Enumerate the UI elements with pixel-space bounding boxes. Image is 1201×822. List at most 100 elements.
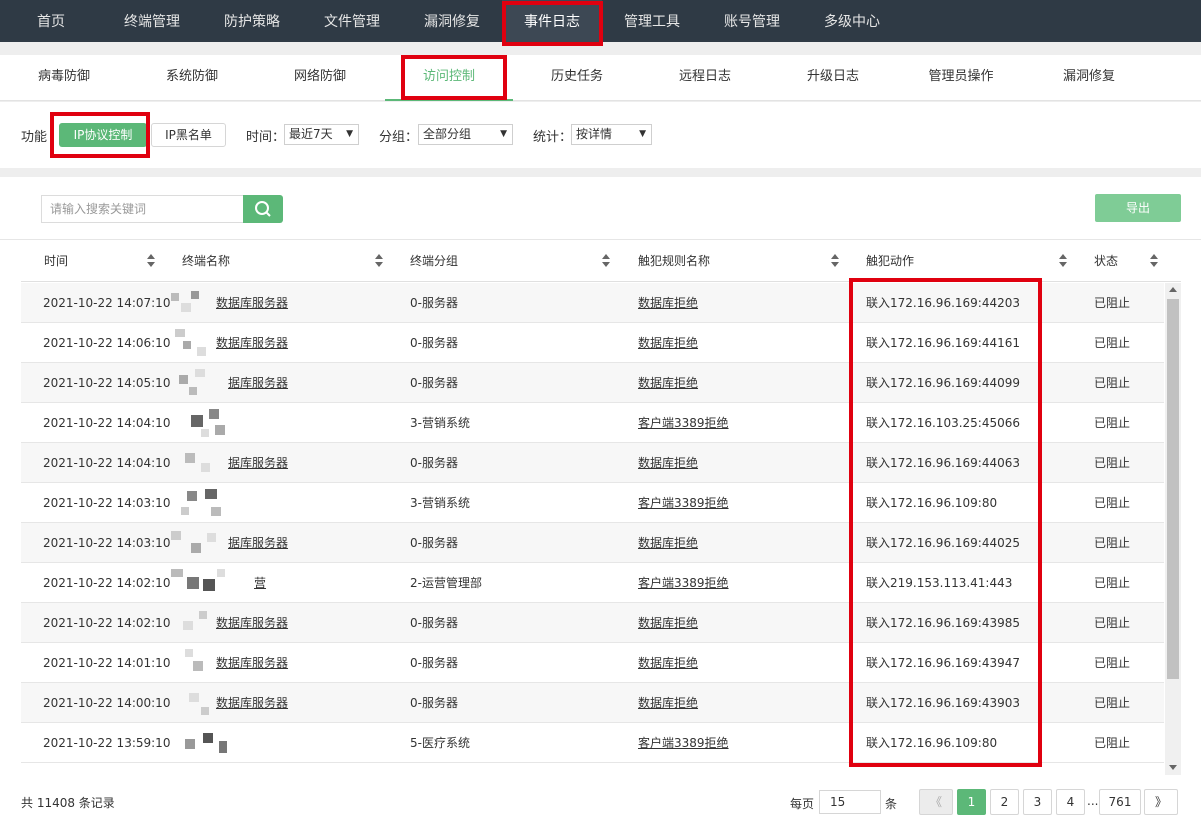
cell-terminal-name[interactable]: 数据库服务器 <box>216 283 288 323</box>
col-terminal-group[interactable]: 终端分组 <box>410 242 458 282</box>
cell-terminal-name[interactable]: 数据库服务器 <box>216 603 288 643</box>
cell-rule-name[interactable]: 数据库拒绝 <box>638 683 698 723</box>
nav-home[interactable]: 首页 <box>0 0 102 42</box>
cell-rule-name[interactable]: 数据库拒绝 <box>638 323 698 363</box>
col-terminal-name[interactable]: 终端名称 <box>182 242 230 282</box>
cell-rule-name[interactable]: 客户端3389拒绝 <box>638 723 729 763</box>
cell-terminal-group: 0-服务器 <box>410 336 458 350</box>
cell-terminal-group: 0-服务器 <box>410 376 458 390</box>
tab-virus-defense[interactable]: 病毒防御 <box>0 55 128 101</box>
page-button-3[interactable]: 3 <box>1023 789 1052 815</box>
redacted-mosaic <box>171 729 235 759</box>
search-button[interactable] <box>243 195 283 223</box>
tab-remote-log[interactable]: 远程日志 <box>641 55 769 101</box>
divider <box>0 239 1201 240</box>
tab-upgrade-log[interactable]: 升级日志 <box>769 55 897 101</box>
col-rule-name[interactable]: 触犯规则名称 <box>638 242 710 282</box>
cell-terminal-name[interactable]: 数据库服务器 <box>216 643 288 683</box>
group-select-value: 全部分组 <box>423 127 472 141</box>
cell-rule-name[interactable]: 客户端3389拒绝 <box>638 563 729 603</box>
group-select[interactable]: 全部分组 ▼ <box>418 124 513 145</box>
cell-rule-name[interactable]: 数据库拒绝 <box>638 603 698 643</box>
redacted-mosaic <box>171 489 235 519</box>
page-button-4[interactable]: 4 <box>1056 789 1085 815</box>
sort-icon[interactable] <box>375 254 383 268</box>
cell-terminal-name[interactable]: 据库服务器 <box>228 443 288 483</box>
nav-protection-policy[interactable]: 防护策略 <box>202 0 302 42</box>
cell-terminal-group: 3-营销系统 <box>410 496 470 510</box>
last-page-button[interactable]: 761 <box>1099 789 1141 815</box>
stats-select[interactable]: 按详情 ▼ <box>571 124 652 145</box>
nav-file-management[interactable]: 文件管理 <box>302 0 402 42</box>
pagination-ellipsis: ... <box>1087 794 1099 808</box>
scroll-up-icon[interactable] <box>1169 287 1177 292</box>
stats-label: 统计： <box>533 130 573 145</box>
cell-terminal-group: 0-服务器 <box>410 456 458 470</box>
highlight-box-access-control <box>401 55 507 100</box>
cell-rule-name[interactable]: 客户端3389拒绝 <box>638 403 729 443</box>
redacted-mosaic <box>171 449 235 479</box>
tab-history-tasks[interactable]: 历史任务 <box>513 55 641 101</box>
tab-admin-operations[interactable]: 管理员操作 <box>897 55 1025 101</box>
ip-blacklist-button[interactable]: IP黑名单 <box>151 123 226 147</box>
sub-tabs: 病毒防御 系统防御 网络防御 访问控制 历史任务 远程日志 升级日志 管理员操作… <box>0 55 1201 101</box>
tab-network-defense[interactable]: 网络防御 <box>256 55 384 101</box>
cell-rule-name[interactable]: 数据库拒绝 <box>638 363 698 403</box>
highlight-box-event-log <box>502 1 603 46</box>
cell-status: 已阻止 <box>1094 656 1131 670</box>
nav-multilevel-center[interactable]: 多级中心 <box>802 0 902 42</box>
cell-rule-name[interactable]: 数据库拒绝 <box>638 443 698 483</box>
cell-terminal-name[interactable]: 数据库服务器 <box>216 683 288 723</box>
nav-vulnerability-repair[interactable]: 漏洞修复 <box>402 0 502 42</box>
sort-icon[interactable] <box>831 254 839 268</box>
cell-rule-name[interactable]: 客户端3389拒绝 <box>638 483 729 523</box>
cell-rule-name[interactable]: 数据库拒绝 <box>638 643 698 683</box>
cell-status: 已阻止 <box>1094 456 1131 470</box>
filter-bar: 功能 IP协议控制 IP黑名单 时间： 最近7天 ▼ 分组： 全部分组 ▼ 统计… <box>0 102 1201 168</box>
sort-icon[interactable] <box>1150 254 1158 268</box>
table-scrollbar[interactable] <box>1165 283 1181 775</box>
scroll-thumb[interactable] <box>1167 299 1179 679</box>
scroll-down-icon[interactable] <box>1169 765 1177 770</box>
sort-icon[interactable] <box>1059 254 1067 268</box>
search-input[interactable]: 请输入搜索关键词 <box>41 195 244 223</box>
sort-icon[interactable] <box>602 254 610 268</box>
per-page-label: 每页 <box>790 797 815 811</box>
tab-system-defense[interactable]: 系统防御 <box>128 55 256 101</box>
stats-select-value: 按详情 <box>576 127 613 141</box>
cell-terminal-group: 0-服务器 <box>410 536 458 550</box>
col-action[interactable]: 触犯动作 <box>866 242 914 282</box>
cell-time: 2021-10-22 13:59:10 <box>43 736 171 750</box>
tab-vulnerability-repair[interactable]: 漏洞修复 <box>1025 55 1153 101</box>
cell-rule-name[interactable]: 数据库拒绝 <box>638 523 698 563</box>
cell-time: 2021-10-22 14:00:10 <box>43 696 171 710</box>
cell-status: 已阻止 <box>1094 536 1131 550</box>
cell-terminal-name[interactable]: 数据库服务器 <box>216 323 288 363</box>
cell-terminal-name[interactable]: 据库服务器 <box>228 523 288 563</box>
nav-account-management[interactable]: 账号管理 <box>702 0 802 42</box>
cell-status: 已阻止 <box>1094 696 1131 710</box>
nav-management-tools[interactable]: 管理工具 <box>602 0 702 42</box>
cell-status: 已阻止 <box>1094 296 1131 310</box>
page-button-2[interactable]: 2 <box>990 789 1019 815</box>
redacted-mosaic <box>171 409 235 439</box>
col-status[interactable]: 状态 <box>1094 242 1118 282</box>
cell-terminal-name[interactable]: 据库服务器 <box>228 363 288 403</box>
cell-terminal-group: 3-营销系统 <box>410 416 470 430</box>
page-button-1[interactable]: 1 <box>957 789 986 815</box>
cell-status: 已阻止 <box>1094 496 1131 510</box>
cell-status: 已阻止 <box>1094 376 1131 390</box>
sort-icon[interactable] <box>147 254 155 268</box>
export-button[interactable]: 导出 <box>1095 194 1181 222</box>
next-page-button[interactable]: 》 <box>1144 789 1178 815</box>
nav-terminal-management[interactable]: 终端管理 <box>102 0 202 42</box>
time-label: 时间： <box>246 130 286 145</box>
prev-page-button[interactable]: 《 <box>919 789 953 815</box>
col-time[interactable]: 时间 <box>44 242 68 282</box>
per-page-input[interactable]: 15 <box>819 790 881 814</box>
cell-terminal-name[interactable]: 营 <box>254 563 266 603</box>
cell-rule-name[interactable]: 数据库拒绝 <box>638 283 698 323</box>
time-select[interactable]: 最近7天 ▼ <box>284 124 359 145</box>
cell-time: 2021-10-22 14:04:10 <box>43 456 171 470</box>
search-icon <box>255 201 271 217</box>
